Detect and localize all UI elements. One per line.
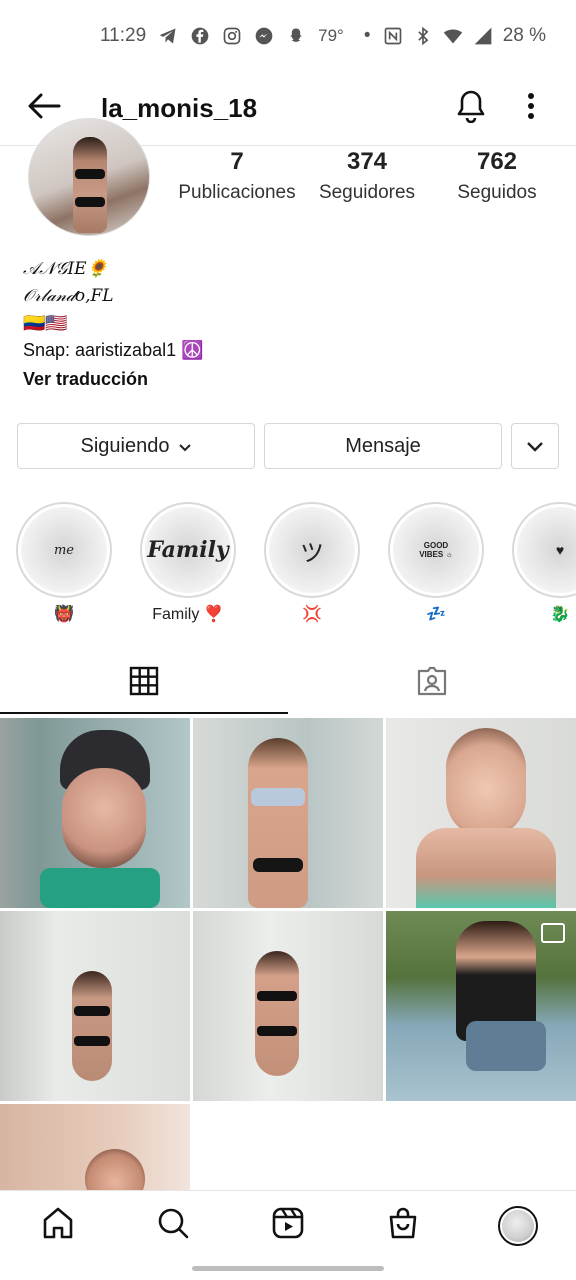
- tagged-icon: [416, 665, 448, 702]
- profile-tabs: [0, 652, 576, 714]
- highlight-item[interactable]: ♥ 🐉: [510, 502, 576, 624]
- stat-value: 7: [230, 148, 244, 175]
- stat-value: 374: [346, 148, 388, 175]
- highlight-item[interactable]: Family Family ❣️: [138, 502, 238, 624]
- stat-label: Seguidos: [457, 182, 537, 203]
- nav-home[interactable]: [28, 1196, 88, 1256]
- story-highlights: me 👹 Family Family ❣️ ツ 💢 GOOD VIBES ☼ 💤…: [0, 502, 576, 632]
- stat-value: 762: [476, 148, 518, 175]
- message-label: Mensaje: [345, 434, 421, 457]
- bottom-navigation: [0, 1190, 576, 1260]
- bio-location: 𝒪𝓇𝓁𝒶𝓃𝒹𝑜,𝐹𝐿: [23, 286, 114, 306]
- facebook-icon: [190, 26, 210, 46]
- status-dot: •: [363, 25, 371, 46]
- status-time: 11:29: [100, 25, 147, 46]
- post-thumbnail[interactable]: [0, 718, 190, 908]
- highlight-label: 🐉: [550, 606, 570, 623]
- following-count[interactable]: 762 Seguidos: [432, 148, 562, 204]
- instagram-icon: [222, 26, 242, 46]
- tab-tagged[interactable]: [288, 652, 576, 714]
- suggestions-button[interactable]: [511, 423, 559, 469]
- profile-username: la_monis_18: [101, 93, 258, 123]
- message-button[interactable]: Mensaje: [264, 423, 502, 469]
- wifi-icon: [443, 26, 463, 46]
- signal-icon: [473, 26, 493, 46]
- tab-posts-grid[interactable]: [0, 652, 288, 714]
- chevron-down-icon: [179, 435, 192, 458]
- notifications-button[interactable]: [446, 84, 496, 134]
- highlight-cover-text: GOOD VIBES ☼: [419, 541, 453, 559]
- highlight-label: 👹: [54, 606, 74, 623]
- post-thumbnail[interactable]: [193, 911, 383, 1101]
- followers-count[interactable]: 374 Seguidores: [302, 148, 432, 204]
- bluetooth-icon: [413, 26, 433, 46]
- post-thumbnail[interactable]: [0, 911, 190, 1101]
- more-vertical-icon: [527, 92, 535, 125]
- highlight-label: 💢: [302, 606, 322, 623]
- nav-search[interactable]: [143, 1196, 203, 1256]
- home-icon: [41, 1206, 75, 1245]
- messenger-icon: [254, 26, 274, 46]
- highlight-label: Family ❣️: [152, 606, 224, 623]
- snapchat-icon: [286, 26, 306, 46]
- profile-avatar[interactable]: [28, 118, 150, 236]
- nav-reels[interactable]: [258, 1196, 318, 1256]
- post-thumbnail[interactable]: [386, 718, 576, 908]
- post-thumbnail[interactable]: [0, 1104, 190, 1190]
- nav-profile[interactable]: [488, 1196, 548, 1256]
- home-indicator[interactable]: [192, 1266, 384, 1271]
- active-tab-indicator: [0, 712, 288, 714]
- arrow-left-icon: [27, 92, 61, 125]
- posts-count[interactable]: 7 Publicaciones: [172, 148, 302, 204]
- stat-label: Seguidores: [318, 182, 416, 203]
- bio-name: 𝒜𝒩𝒢𝐼𝐸🌻: [23, 259, 108, 279]
- battery-level: 28 %: [502, 25, 546, 46]
- bell-icon: [455, 89, 487, 128]
- profile-bio: 𝒜𝒩𝒢𝐼𝐸🌻 𝒪𝓇𝓁𝒶𝓃𝒹𝑜,𝐹𝐿 🇨🇴🇺🇸 Snap: aaristizaba…: [23, 256, 553, 393]
- highlight-item[interactable]: me 👹: [14, 502, 114, 624]
- highlight-cover-text: ツ: [300, 539, 324, 567]
- nfc-icon: [383, 26, 403, 46]
- highlight-cover-text: ♥: [555, 542, 565, 558]
- highlight-label: 💤: [426, 606, 446, 623]
- status-bar: 11:29 79° • 28 %: [0, 0, 576, 72]
- following-label: Siguiendo: [80, 434, 170, 457]
- grid-icon: [129, 666, 159, 701]
- shop-icon: [386, 1206, 420, 1245]
- bio-snap: Snap: aaristizabal1 ☮️: [23, 340, 204, 360]
- post-thumbnail[interactable]: [386, 911, 576, 1101]
- see-translation-link[interactable]: Ver traducción: [23, 366, 553, 393]
- highlight-item[interactable]: ツ 💢: [262, 502, 362, 624]
- highlight-cover-text: Family: [147, 537, 229, 563]
- nav-shop[interactable]: [373, 1196, 433, 1256]
- reels-icon: [271, 1206, 305, 1245]
- profile-avatar-icon: [498, 1205, 539, 1246]
- highlight-cover-text: me: [53, 542, 75, 558]
- search-icon: [156, 1206, 190, 1245]
- stat-label: Publicaciones: [178, 182, 296, 203]
- highlight-item[interactable]: GOOD VIBES ☼ 💤: [386, 502, 486, 624]
- telegram-icon: [158, 26, 178, 46]
- chevron-down-icon: [527, 435, 543, 458]
- bio-flags: 🇨🇴🇺🇸: [23, 313, 68, 333]
- profile-stats: 7 Publicaciones 374 Seguidores 762 Segui…: [172, 148, 562, 204]
- more-options-button[interactable]: [506, 84, 556, 134]
- following-button[interactable]: Siguiendo: [17, 423, 255, 469]
- status-temperature: 79°: [318, 26, 344, 45]
- profile-actions: Siguiendo Mensaje: [17, 423, 559, 469]
- post-thumbnail[interactable]: [193, 718, 383, 908]
